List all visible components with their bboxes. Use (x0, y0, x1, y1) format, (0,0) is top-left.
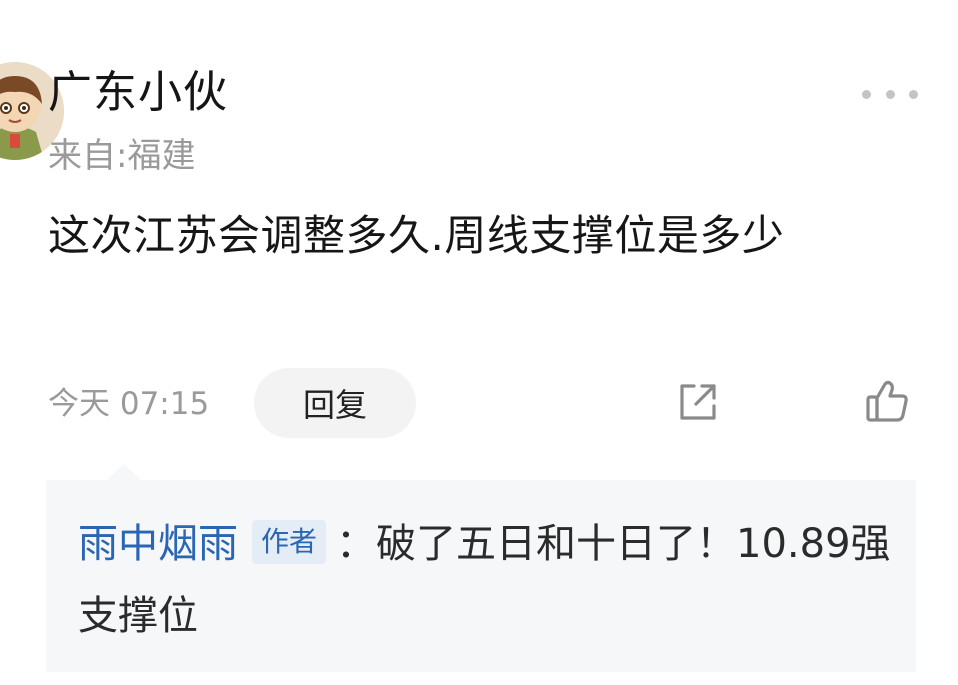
reply-button[interactable]: 回复 (254, 368, 416, 438)
post-location: 来自:福建 (48, 136, 196, 176)
like-button[interactable] (862, 376, 912, 426)
thumbs-up-icon (866, 380, 908, 422)
share-external-icon (680, 384, 716, 420)
post-timestamp: 今天 07:15 (48, 386, 210, 422)
post-username[interactable]: 广东小伙 (48, 64, 228, 122)
more-icon-dot (885, 89, 895, 99)
reply-author-name[interactable]: 雨中烟雨 (78, 521, 238, 567)
more-icon-dot (909, 89, 918, 99)
post-content: 这次江苏会调整多久.周线支撑位是多少 (48, 211, 785, 260)
reply-preview-text: 雨中烟雨 作者 ：破了五日和十日了！10.89强支撑位 (78, 508, 898, 652)
share-button[interactable] (674, 378, 722, 426)
reply-box-pointer (106, 464, 142, 481)
author-badge: 作者 (252, 520, 327, 564)
more-icon-dot (862, 89, 871, 99)
more-options-button[interactable] (862, 80, 918, 108)
reply-button-label: 回复 (302, 386, 367, 424)
